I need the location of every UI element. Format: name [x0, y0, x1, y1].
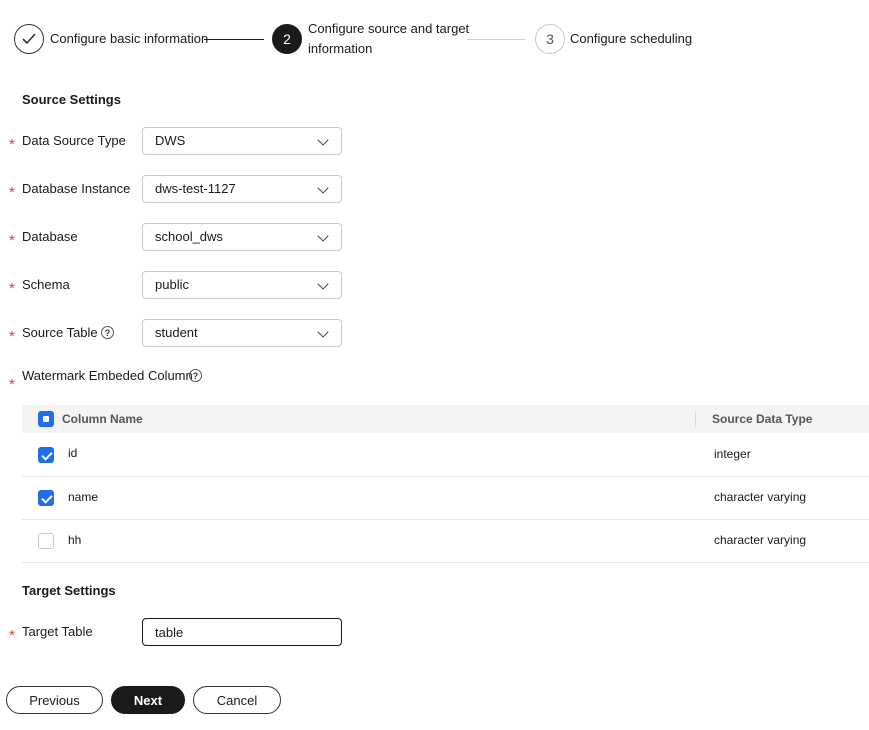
column-name-cell: hh	[68, 533, 82, 547]
required-asterisk: *	[9, 184, 15, 201]
columns-table-header: Column Name Source Data Type	[22, 405, 869, 433]
data-type-cell: integer	[714, 447, 751, 461]
required-asterisk: *	[9, 627, 15, 644]
source-table-select[interactable]: student	[142, 319, 342, 347]
data-source-type-select[interactable]: DWS	[142, 127, 342, 155]
help-icon[interactable]: ?	[101, 326, 114, 339]
data-type-cell: character varying	[714, 533, 807, 547]
required-asterisk: *	[9, 328, 15, 345]
previous-button[interactable]: Previous	[6, 686, 103, 714]
source-data-type-header: Source Data Type	[712, 412, 813, 426]
data-source-type-value: DWS	[155, 133, 186, 148]
schema-value: public	[155, 277, 189, 292]
step-3-number: 3	[535, 24, 565, 54]
step-2-label-line1: Configure source and target	[308, 21, 470, 36]
data-type-cell: character varying	[714, 490, 807, 504]
column-name-cell: id	[68, 446, 78, 460]
schema-label: Schema	[22, 277, 70, 292]
source-settings-title: Source Settings	[22, 92, 121, 107]
step-connector-2	[467, 39, 525, 40]
column-name-cell: name	[68, 490, 99, 504]
row-checkbox[interactable]	[38, 490, 54, 506]
chevron-down-icon	[317, 230, 329, 242]
step-1-label: Configure basic information	[50, 31, 209, 46]
cancel-button[interactable]: Cancel	[193, 686, 281, 714]
chevron-down-icon	[317, 134, 329, 146]
chevron-down-icon	[317, 278, 329, 290]
database-instance-value: dws-test-1127	[155, 181, 236, 196]
watermark-column-label: Watermark Embeded Column	[22, 368, 193, 383]
database-label: Database	[22, 229, 78, 244]
source-table-label: Source Table	[22, 325, 98, 340]
source-table-value: student	[155, 325, 198, 340]
header-divider	[695, 411, 696, 427]
database-value: school_dws	[155, 229, 223, 244]
help-icon[interactable]: ?	[189, 369, 202, 382]
database-select[interactable]: school_dws	[142, 223, 342, 251]
next-button[interactable]: Next	[111, 686, 185, 714]
step-1-done-icon	[14, 24, 44, 54]
table-row: name character varying	[22, 476, 869, 520]
target-settings-title: Target Settings	[22, 583, 116, 598]
step-3-label: Configure scheduling	[570, 31, 693, 46]
row-checkbox[interactable]	[38, 447, 54, 463]
required-asterisk: *	[9, 376, 15, 393]
target-table-input[interactable]	[142, 618, 342, 646]
row-checkbox[interactable]	[38, 533, 54, 549]
required-asterisk: *	[9, 280, 15, 297]
check-icon	[22, 33, 36, 45]
target-table-label: Target Table	[22, 624, 93, 639]
column-name-header: Column Name	[62, 412, 143, 426]
chevron-down-icon	[317, 182, 329, 194]
data-source-type-label: Data Source Type	[22, 133, 126, 148]
select-all-checkbox[interactable]	[38, 411, 54, 427]
table-row: id integer	[22, 433, 869, 477]
database-instance-label: Database Instance	[22, 181, 131, 196]
required-asterisk: *	[9, 136, 15, 153]
database-instance-select[interactable]: dws-test-1127	[142, 175, 342, 203]
step-connector-1	[204, 39, 264, 40]
table-row: hh character varying	[22, 519, 869, 563]
step-2-label-line2: information	[308, 41, 373, 56]
required-asterisk: *	[9, 232, 15, 249]
step-2-number: 2	[272, 24, 302, 54]
schema-select[interactable]: public	[142, 271, 342, 299]
chevron-down-icon	[317, 326, 329, 338]
